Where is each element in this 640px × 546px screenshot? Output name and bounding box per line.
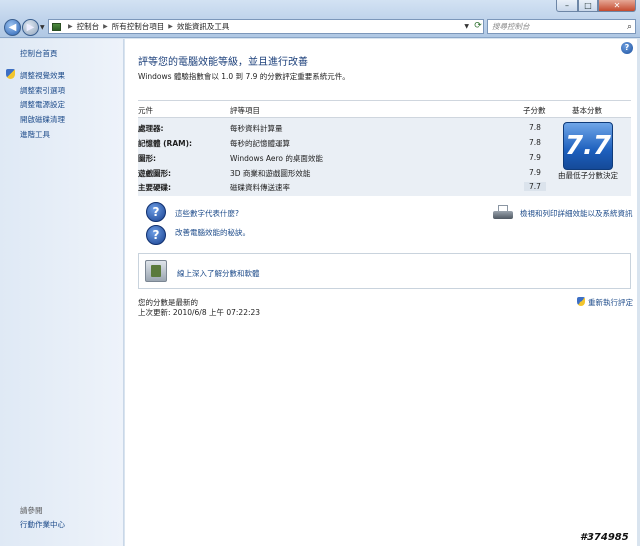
printer-icon [493, 205, 513, 221]
sidebar-item-visual-effects[interactable]: 調整視覺效果 [20, 70, 65, 81]
breadcrumb-control-panel[interactable]: 控制台 [77, 21, 100, 32]
score-table: 處理器: 每秒資料計算量 7.8 記憶體 (RAM): 每秒的記憶體運算 7.8… [138, 118, 631, 196]
watermark: #374985 [580, 532, 629, 543]
breadcrumb-performance[interactable]: 效能資訊及工具 [177, 21, 230, 32]
subscore-lowest: 7.7 [524, 182, 546, 191]
help-question-icon: ? [146, 202, 166, 222]
table-row: 記憶體 (RAM): 每秒的記憶體運算 7.8 [138, 135, 546, 150]
component-name: 遊戲圖形: [138, 169, 171, 178]
sidebar-item-action-center[interactable]: 行動作業中心 [20, 519, 65, 530]
col-base-score: 基本分數 [572, 106, 602, 115]
score-table-header: 元件 評等項目 子分數 基本分數 [138, 100, 631, 118]
sidebar-item-advanced-tools[interactable]: 進階工具 [20, 129, 50, 140]
maximize-button[interactable]: □ [578, 0, 598, 12]
rerun-assessment-link[interactable]: 重新執行評定 [588, 297, 633, 308]
rated-item: Windows Aero 的桌面效能 [230, 154, 323, 163]
improve-tips-link[interactable]: 改善電腦效能的秘訣。 [175, 227, 250, 238]
sidebar: 控制台首頁 調整視覺效果 調整索引選項 調整電源設定 開啟磁碟清理 進階工具 請… [0, 39, 124, 546]
sidebar-item-disk-cleanup[interactable]: 開啟磁碟清理 [20, 114, 65, 125]
chevron-down-icon: ▼ [40, 24, 45, 31]
maximize-icon: □ [584, 1, 592, 10]
component-name: 記憶體 (RAM): [138, 139, 193, 148]
minimize-button[interactable]: – [556, 0, 578, 12]
control-panel-icon [52, 22, 61, 31]
refresh-icon: ⟳ [474, 21, 482, 31]
sidebar-item-power[interactable]: 調整電源設定 [20, 99, 65, 110]
see-also-heading: 請參閱 [20, 506, 43, 515]
forward-arrow-icon: ▶ [26, 22, 35, 33]
main-panel: ? 評等您的電腦效能等級，並且進行改善 Windows 體驗指數會以 1.0 到… [125, 39, 637, 546]
page-title: 評等您的電腦效能等級，並且進行改善 [138, 57, 308, 68]
software-tools-icon [145, 260, 167, 282]
recent-pages-dropdown[interactable]: ▼ [40, 24, 45, 31]
what-numbers-link[interactable]: 這些數字代表什麼? [175, 208, 239, 219]
col-subscore: 子分數 [523, 106, 546, 115]
base-score-caption: 由最低子分數決定 [558, 171, 618, 180]
subscore: 7.9 [529, 168, 541, 177]
minimize-icon: – [565, 1, 569, 10]
title-bar: – □ ✕ ◀ ▶ ▼ ▶ 控制台 ▶ 所有控制台項目 ▶ 效能資訊及工具 ▼ … [0, 0, 640, 38]
subscore: 7.8 [529, 123, 541, 132]
print-details-link[interactable]: 檢視和列印詳細效能以及系統資訊 [520, 208, 633, 219]
uac-shield-icon [577, 297, 585, 306]
page-description: Windows 體驗指數會以 1.0 到 7.9 的分數評定重要系統元件。 [138, 72, 350, 81]
rated-item: 每秒的記憶體運算 [230, 139, 290, 148]
last-update: 上次更新: 2010/6/8 上午 07:22:23 [138, 308, 261, 317]
back-arrow-icon: ◀ [8, 22, 17, 33]
close-icon: ✕ [613, 1, 621, 10]
help-question-icon: ? [146, 225, 166, 245]
search-placeholder: 搜尋控制台 [492, 22, 530, 31]
rated-item: 3D 商業和遊戲圖形效能 [230, 169, 311, 178]
rated-item: 每秒資料計算量 [230, 124, 283, 133]
chevron-right-icon[interactable]: ▶ [103, 23, 108, 30]
back-button[interactable]: ◀ [4, 19, 21, 36]
rated-item: 磁碟資料傳送速率 [230, 183, 290, 192]
component-name: 主要硬碟: [138, 183, 171, 192]
help-button[interactable]: ? [621, 42, 633, 54]
sidebar-item-indexing[interactable]: 調整索引選項 [20, 85, 65, 96]
refresh-button[interactable]: ⟳ [471, 19, 485, 34]
search-input[interactable]: 搜尋控制台 ⌕ [487, 19, 636, 34]
component-name: 處理器: [138, 124, 164, 133]
component-name: 圖形: [138, 154, 156, 163]
close-button[interactable]: ✕ [598, 0, 636, 12]
subscore: 7.8 [529, 138, 541, 147]
table-row: 處理器: 每秒資料計算量 7.8 [138, 120, 546, 135]
address-bar[interactable]: ▶ 控制台 ▶ 所有控制台項目 ▶ 效能資訊及工具 ▼ [48, 19, 484, 34]
table-row: 圖形: Windows Aero 的桌面效能 7.9 [138, 150, 546, 165]
col-component: 元件 [138, 106, 153, 115]
chevron-right-icon[interactable]: ▶ [68, 23, 73, 30]
search-icon[interactable]: ⌕ [627, 21, 632, 34]
learn-more-box: 線上深入了解分數和軟體 [138, 253, 631, 289]
sidebar-item-home[interactable]: 控制台首頁 [20, 48, 58, 59]
base-score-badge: 7.7 [563, 122, 613, 170]
forward-button[interactable]: ▶ [22, 19, 39, 36]
chevron-right-icon[interactable]: ▶ [168, 23, 173, 30]
learn-more-link[interactable]: 線上深入了解分數和軟體 [177, 268, 260, 279]
col-rated: 評等項目 [230, 106, 260, 115]
address-dropdown-icon[interactable]: ▼ [464, 23, 469, 30]
subscore: 7.9 [529, 153, 541, 162]
help-icon: ? [624, 43, 630, 52]
table-row: 主要硬碟: 磁碟資料傳送速率 7.7 [138, 179, 546, 196]
uac-shield-icon [6, 69, 15, 79]
table-row: 遊戲圖形: 3D 商業和遊戲圖形效能 7.9 [138, 165, 546, 180]
breadcrumb-all-items[interactable]: 所有控制台項目 [112, 21, 165, 32]
